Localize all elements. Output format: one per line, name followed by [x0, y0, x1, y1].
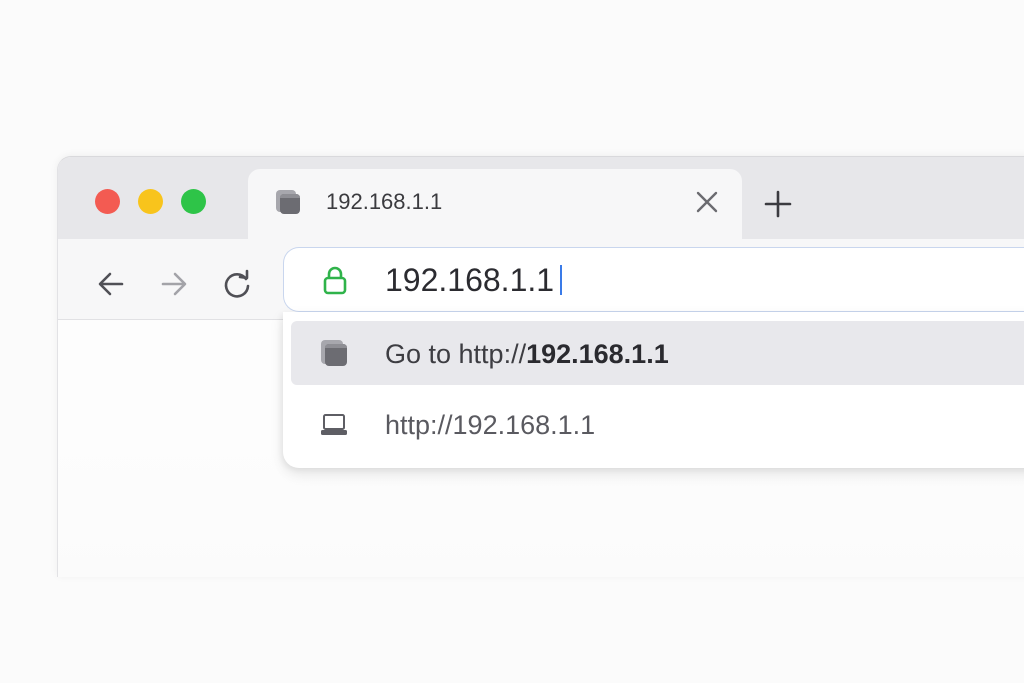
arrow-right-icon[interactable] — [157, 267, 191, 301]
text-caret — [560, 265, 563, 295]
tab-title: 192.168.1.1 — [326, 189, 443, 214]
plus-icon[interactable] — [761, 187, 795, 221]
window-close-button[interactable] — [95, 189, 120, 214]
suggestion-label: Go to http://192.168.1.1 — [385, 339, 669, 369]
tab-strip: 192.168.1.1 — [58, 157, 1024, 239]
close-icon[interactable] — [694, 189, 720, 215]
suggestion-label: http://192.168.1.1 — [385, 410, 596, 440]
page-icon — [274, 188, 302, 216]
active-tab[interactable]: 192.168.1.1 — [248, 169, 742, 239]
address-input[interactable]: 192.168.1.1 — [385, 261, 563, 299]
window-zoom-button[interactable] — [181, 189, 206, 214]
window-minimize-button[interactable] — [138, 189, 163, 214]
suggestion-item-go-to[interactable]: Go to http://192.168.1.1 — [291, 321, 1024, 385]
suggestion-item-url[interactable]: http://192.168.1.1 — [291, 392, 1024, 456]
reload-icon[interactable] — [220, 267, 254, 301]
address-bar[interactable]: 192.168.1.1 — [283, 247, 1024, 312]
lock-icon[interactable] — [322, 265, 348, 295]
suggestion-dropdown: Go to http://192.168.1.1 http://192.168.… — [283, 312, 1024, 468]
arrow-left-icon[interactable] — [94, 267, 128, 301]
laptop-icon — [319, 409, 349, 439]
page-icon — [319, 338, 349, 368]
